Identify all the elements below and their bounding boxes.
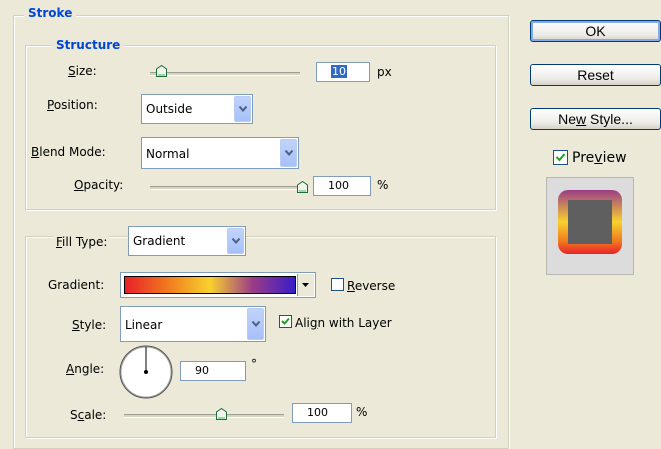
angle-dial[interactable]: [118, 344, 174, 400]
ok-button[interactable]: OK: [530, 20, 661, 42]
new-style-button[interactable]: New Style...: [530, 108, 661, 130]
size-label: Size:: [68, 64, 97, 78]
scale-slider-track[interactable]: [124, 414, 284, 418]
angle-unit: °: [251, 357, 257, 371]
style-preview-thumbnail: [546, 177, 634, 275]
scale-unit: %: [356, 405, 368, 419]
reset-button[interactable]: Reset: [530, 64, 661, 86]
angle-label: Angle:: [66, 362, 105, 376]
scale-input[interactable]: 100: [292, 403, 352, 423]
stroke-legend: Stroke: [24, 6, 77, 20]
preview-gradient-square: [558, 190, 622, 254]
angle-input[interactable]: 90: [180, 361, 246, 381]
size-slider-track[interactable]: [150, 72, 300, 76]
preview-inner-square: [568, 200, 612, 244]
chevron-down-icon[interactable]: [280, 139, 297, 167]
opacity-unit: %: [377, 178, 389, 192]
gradient-dropdown-arrow[interactable]: [297, 274, 314, 296]
chevron-down-icon[interactable]: [247, 308, 264, 340]
fill-type-label: Fill Type:: [54, 235, 110, 249]
opacity-label: Opacity:: [74, 178, 124, 192]
chevron-down-icon[interactable]: [234, 96, 251, 122]
gradient-picker[interactable]: [120, 272, 316, 298]
opacity-slider-thumb[interactable]: [297, 181, 308, 193]
reverse-checkbox[interactable]: [331, 278, 344, 291]
style-select[interactable]: Linear: [120, 306, 266, 342]
blend-mode-select[interactable]: Normal: [141, 137, 299, 169]
checkmark-icon: [555, 153, 566, 162]
chevron-down-icon[interactable]: [227, 228, 244, 254]
reverse-label[interactable]: Reverse: [347, 279, 395, 293]
style-label: Style:: [72, 318, 107, 332]
scale-label: Scale:: [70, 408, 107, 422]
opacity-input[interactable]: 100: [313, 176, 371, 196]
blend-mode-label: Blend Mode:: [31, 145, 106, 159]
preview-label[interactable]: Preview: [572, 150, 627, 166]
align-with-layer-label[interactable]: Align with Layer: [295, 316, 392, 330]
fill-type-select[interactable]: Gradient: [128, 226, 246, 256]
structure-legend: Structure: [52, 38, 125, 52]
size-slider-thumb[interactable]: [156, 65, 167, 77]
position-select[interactable]: Outside: [141, 94, 253, 124]
scale-slider-thumb[interactable]: [216, 408, 227, 420]
preview-checkbox[interactable]: [553, 150, 568, 165]
size-unit: px: [377, 65, 392, 79]
size-input[interactable]: 10: [316, 62, 370, 82]
align-with-layer-checkbox[interactable]: [279, 315, 292, 328]
opacity-slider-track[interactable]: [150, 186, 305, 190]
gradient-label: Gradient:: [48, 278, 105, 292]
checkmark-icon: [281, 317, 290, 325]
position-label: Position:: [47, 98, 98, 112]
gradient-swatch[interactable]: [124, 276, 296, 294]
